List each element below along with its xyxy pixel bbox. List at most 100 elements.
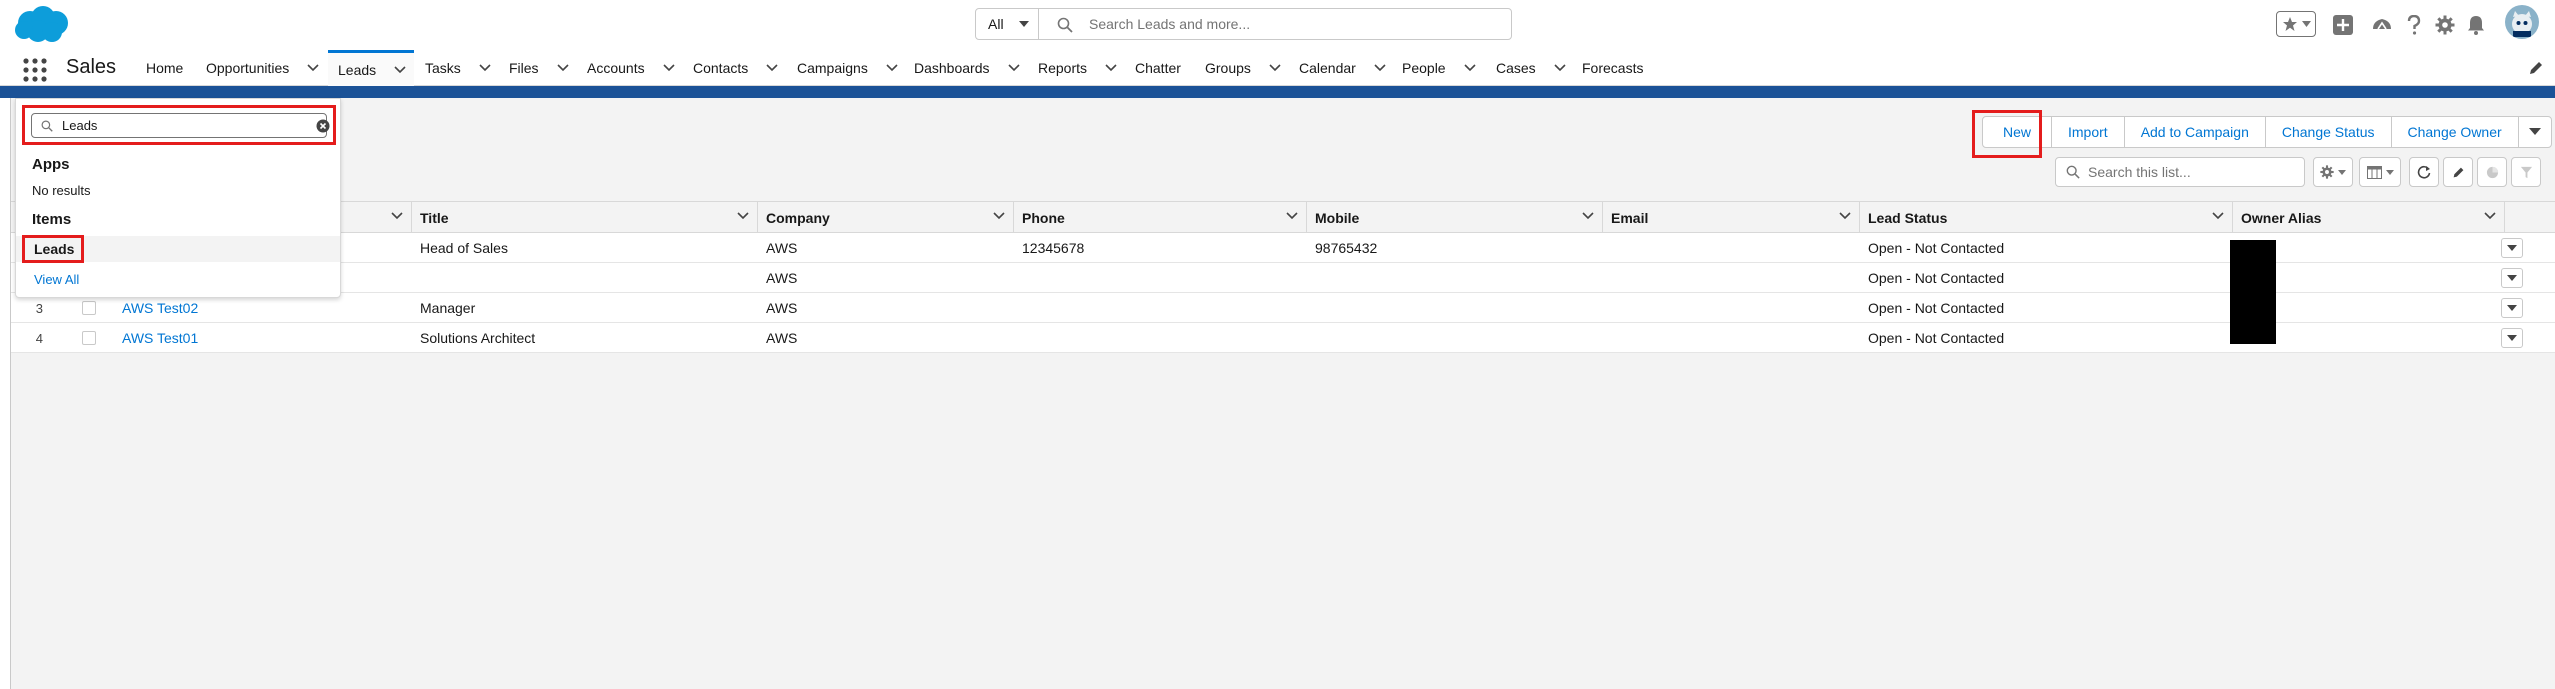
change-status-label: Change Status — [2281, 124, 2375, 140]
charts-button[interactable] — [2477, 157, 2507, 187]
nav-item-groups[interactable]: Groups — [1205, 50, 1281, 86]
chevron-down-icon[interactable] — [1464, 64, 1476, 72]
table-row: 3 AWS Test02 Manager AWS Open - Not Cont… — [11, 293, 2555, 323]
nav-item-label: Opportunities — [206, 60, 290, 76]
clear-icon[interactable] — [316, 119, 330, 133]
nav-item-calendar[interactable]: Calendar — [1299, 50, 1386, 86]
chevron-down-icon[interactable] — [737, 212, 749, 220]
nav-item-people[interactable]: People — [1402, 50, 1476, 86]
inline-edit-button[interactable] — [2443, 157, 2473, 187]
list-search-input[interactable]: Search this list... — [2055, 157, 2305, 187]
nav-item-dashboards[interactable]: Dashboards — [914, 50, 1020, 86]
column-header-label: Lead Status — [1868, 209, 1948, 226]
row-checkbox[interactable] — [82, 301, 96, 315]
nav-item-contacts[interactable]: Contacts — [693, 50, 778, 86]
row-actions-button[interactable] — [2501, 238, 2523, 258]
trailhead-icon — [2373, 19, 2391, 30]
dropdown-item-leads[interactable]: Leads — [22, 235, 84, 263]
change-status-button[interactable]: Change Status — [2264, 116, 2392, 148]
cell-company: AWS — [766, 270, 798, 286]
nav-search-dropdown: Leads Apps No results Items Leads View A… — [15, 98, 341, 298]
salesforce-logo[interactable] — [10, 3, 74, 47]
chevron-down-icon[interactable] — [1839, 212, 1851, 220]
nav-item-chatter[interactable]: Chatter — [1135, 50, 1181, 86]
cell-company: AWS — [766, 240, 798, 256]
cell-lead-status: Open - Not Contacted — [1868, 330, 2005, 346]
search-scope-select[interactable]: All — [975, 8, 1039, 40]
nav-item-forecasts[interactable]: Forecasts — [1582, 50, 1643, 86]
cell-lead-status: Open - Not Contacted — [1868, 300, 2005, 316]
question-icon — [2407, 15, 2421, 35]
chevron-down-icon[interactable] — [307, 64, 319, 72]
chevron-down-icon[interactable] — [479, 64, 491, 72]
notifications-button[interactable] — [2463, 12, 2489, 38]
chevron-down-icon — [2507, 245, 2517, 251]
column-header-lead-status[interactable]: Lead Status — [1860, 202, 2233, 233]
chevron-down-icon[interactable] — [2212, 212, 2224, 220]
setup-button[interactable] — [2432, 12, 2458, 38]
chevron-down-icon[interactable] — [1582, 212, 1594, 220]
nav-item-accounts[interactable]: Accounts — [587, 50, 675, 86]
help-button[interactable] — [2401, 12, 2427, 38]
row-actions-button[interactable] — [2501, 328, 2523, 348]
column-header-company[interactable]: Company — [758, 202, 1014, 233]
table-body: Head of Sales AWS 12345678 98765432 Open… — [11, 233, 2555, 353]
chevron-down-icon[interactable] — [766, 64, 778, 72]
global-search-input[interactable]: Search Leads and more... — [1038, 8, 1512, 40]
cell-name-link[interactable]: AWS Test01 — [114, 323, 198, 353]
column-header-email[interactable]: Email — [1603, 202, 1860, 233]
chevron-down-icon[interactable] — [663, 64, 675, 72]
nav-item-label: Cases — [1496, 60, 1536, 76]
display-as-button[interactable] — [2359, 157, 2401, 187]
column-header-title[interactable]: Title — [412, 202, 758, 233]
filter-button[interactable] — [2511, 157, 2541, 187]
nav-item-files[interactable]: Files — [509, 50, 569, 86]
chevron-down-icon[interactable] — [1105, 64, 1117, 72]
column-header-phone[interactable]: Phone — [1014, 202, 1307, 233]
chevron-down-icon[interactable] — [1286, 212, 1298, 220]
add-to-campaign-button[interactable]: Add to Campaign — [2123, 116, 2266, 148]
chevron-down-icon[interactable] — [1269, 64, 1281, 72]
table-row: 4 AWS Test01 Solutions Architect AWS Ope… — [11, 323, 2555, 353]
trailhead-button[interactable] — [2369, 12, 2395, 38]
new-button[interactable]: New — [1982, 116, 2052, 148]
chevron-down-icon[interactable] — [2484, 212, 2496, 220]
nav-item-leads[interactable]: Leads — [328, 50, 414, 86]
pencil-icon[interactable] — [2528, 60, 2544, 76]
row-actions-button[interactable] — [2501, 268, 2523, 288]
chevron-down-icon[interactable] — [993, 212, 1005, 220]
favorites-button[interactable] — [2276, 11, 2316, 37]
chevron-down-icon[interactable] — [556, 64, 569, 72]
user-avatar[interactable] — [2505, 5, 2539, 39]
global-search-placeholder: Search Leads and more... — [1089, 16, 1251, 32]
chevron-down-icon[interactable] — [886, 64, 898, 72]
nav-item-opportunities[interactable]: Opportunities — [206, 50, 319, 86]
app-launcher-icon[interactable] — [22, 57, 48, 83]
change-owner-button[interactable]: Change Owner — [2390, 116, 2519, 148]
chevron-down-icon[interactable] — [1554, 64, 1566, 72]
refresh-button[interactable] — [2409, 157, 2439, 187]
filter-icon — [2520, 166, 2532, 178]
chevron-down-icon[interactable] — [391, 212, 403, 220]
cell-title: Manager — [420, 300, 476, 316]
header-band — [0, 86, 2555, 98]
chevron-down-icon[interactable] — [394, 65, 406, 74]
nav-item-cases[interactable]: Cases — [1496, 50, 1566, 86]
column-header-mobile[interactable]: Mobile — [1307, 202, 1603, 233]
nav-item-campaigns[interactable]: Campaigns — [797, 50, 898, 86]
row-actions-button[interactable] — [2501, 298, 2523, 318]
view-all-link[interactable]: View All — [34, 272, 79, 287]
nav-item-tasks[interactable]: Tasks — [425, 50, 491, 86]
chevron-down-icon[interactable] — [1374, 64, 1386, 72]
chevron-down-icon[interactable] — [1007, 64, 1020, 72]
nav-item-reports[interactable]: Reports — [1038, 50, 1117, 86]
dropdown-search-input[interactable]: Leads — [31, 113, 330, 138]
nav-item-home[interactable]: Home — [146, 50, 183, 86]
nav-item-label: Home — [146, 60, 184, 76]
global-create-button[interactable] — [2330, 12, 2356, 38]
more-actions-button[interactable] — [2517, 116, 2552, 148]
list-settings-button[interactable] — [2313, 157, 2353, 187]
row-checkbox[interactable] — [82, 331, 96, 345]
import-button[interactable]: Import — [2051, 116, 2125, 148]
column-header-owner-alias[interactable]: Owner Alias — [2233, 202, 2505, 233]
